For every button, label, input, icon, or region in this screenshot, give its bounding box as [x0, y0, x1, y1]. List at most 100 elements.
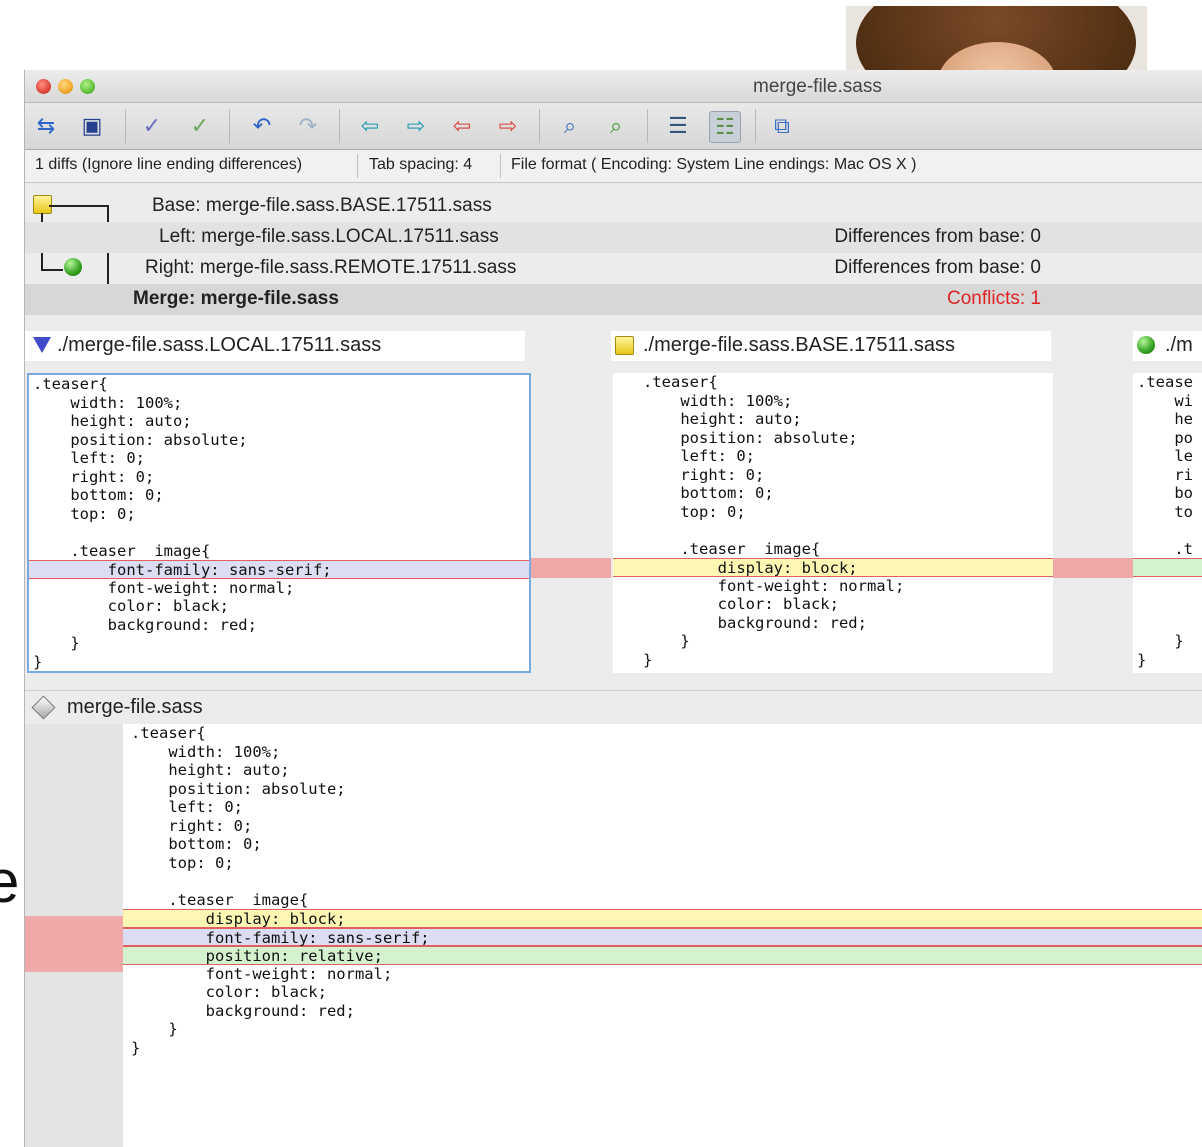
code-line: le	[1137, 447, 1193, 465]
merge-code-pane[interactable]: .teaser{ width: 100%; height: auto; posi…	[123, 724, 1202, 1147]
remote-code-pane[interactable]: .tease wi he po le ri bo to .t }}	[1133, 373, 1202, 673]
code-line	[1133, 558, 1202, 577]
local-code-pane[interactable]: .teaser{ width: 100%; height: auto; posi…	[27, 373, 531, 673]
check-icon[interactable]: ✓	[137, 111, 167, 141]
next-conflict-icon[interactable]: ⇨	[493, 111, 523, 141]
code-line: font-weight: normal;	[33, 578, 295, 597]
merge-pane-icon	[31, 695, 56, 720]
code-line: po	[1137, 428, 1193, 447]
remote-pane-header: ./m	[1133, 331, 1202, 361]
toolbar-separator	[755, 109, 756, 143]
copy-icon[interactable]: ⧉	[767, 111, 797, 141]
save-icon[interactable]: ▣	[77, 111, 107, 141]
close-button[interactable]	[36, 79, 51, 94]
code-line: position: absolute;	[643, 428, 858, 447]
background-letter-fragment: e	[0, 848, 20, 915]
next-diff-icon[interactable]: ⇨	[401, 111, 431, 141]
code-line: bottom: 0;	[131, 835, 262, 853]
code-line: .teaser image{	[33, 541, 211, 560]
code-line: position: absolute;	[131, 779, 346, 798]
toolbar-separator	[229, 109, 230, 143]
left-file-row[interactable]: Left: merge-file.sass.LOCAL.17511.sass D…	[25, 222, 1202, 253]
conflict-connector	[531, 558, 611, 578]
conflict-count: Conflicts: 1	[947, 288, 1041, 309]
code-line: right: 0;	[131, 816, 253, 835]
code-line: }	[33, 634, 80, 652]
redo-icon[interactable]: ↷	[293, 111, 323, 141]
right-diff-count: Differences from base: 0	[834, 257, 1041, 278]
toolbar: ⇆ ▣ ✓ ✓ ↶ ↷ ⇦ ⇨ ⇦ ⇨ ⌕ ⌕ ☰ ☷ ⧉	[25, 103, 1202, 150]
find-icon[interactable]: ⌕	[555, 111, 585, 141]
code-line: top: 0;	[643, 502, 746, 521]
merge-view-icon[interactable]: ☷	[709, 111, 741, 143]
base-file-row[interactable]: Base: merge-file.sass.BASE.17511.sass	[25, 191, 1202, 222]
remote-pane-icon	[1137, 336, 1155, 354]
base-code-pane[interactable]: .teaser{ width: 100%; height: auto; posi…	[613, 373, 1053, 673]
right-file-label: Right: merge-file.sass.REMOTE.17511.sass	[145, 257, 517, 278]
list-icon[interactable]: ☰	[663, 111, 693, 141]
code-line: wi	[1137, 391, 1193, 410]
code-line: height: auto;	[33, 412, 192, 430]
status-divider	[500, 154, 501, 178]
minimize-button[interactable]	[58, 79, 73, 94]
code-line: display: block;	[123, 909, 1202, 928]
code-line: top: 0;	[131, 853, 234, 872]
code-line: .tease	[1137, 373, 1193, 391]
sync-icon[interactable]: ⇆	[31, 111, 61, 141]
toolbar-separator	[539, 109, 540, 143]
merge-file-row[interactable]: Merge: merge-file.sass Conflicts: 1	[25, 284, 1202, 315]
file-format-status[interactable]: File format ( Encoding: System Line endi…	[511, 156, 917, 174]
code-line: right: 0;	[643, 465, 765, 484]
code-line: background: red;	[33, 615, 257, 634]
title-bar: merge-file.sass	[25, 70, 1202, 103]
code-line: font-weight: normal;	[643, 576, 905, 595]
code-line: color: black;	[643, 595, 839, 613]
code-line: ri	[1137, 465, 1193, 484]
status-divider	[357, 154, 358, 178]
code-line: bottom: 0;	[33, 486, 164, 504]
code-line: position: absolute;	[33, 430, 248, 449]
code-line: .t	[1137, 539, 1193, 558]
local-base-gutter	[531, 373, 611, 673]
code-line: }	[643, 632, 690, 650]
code-line: font-family: sans-serif;	[123, 927, 1202, 947]
tab-spacing-status[interactable]: Tab spacing: 4	[369, 156, 472, 174]
base-remote-gutter	[1053, 373, 1133, 673]
code-line: background: red;	[643, 613, 867, 632]
zoom-button[interactable]	[80, 79, 95, 94]
prev-conflict-icon[interactable]: ⇦	[447, 111, 477, 141]
window-title: merge-file.sass	[753, 76, 882, 97]
code-line: width: 100%;	[131, 742, 281, 761]
local-pane-header: ./merge-file.sass.LOCAL.17511.sass	[25, 331, 525, 361]
left-diff-count: Differences from base: 0	[834, 226, 1041, 247]
local-pane-icon	[33, 337, 51, 353]
code-line: bo	[1137, 484, 1193, 502]
code-line: display: block;	[613, 558, 1053, 577]
code-line: left: 0;	[131, 798, 243, 816]
code-line: left: 0;	[33, 449, 145, 467]
merge-file-label: Merge: merge-file.sass	[133, 288, 339, 309]
code-line: to	[1137, 502, 1193, 521]
right-file-row[interactable]: Right: merge-file.sass.REMOTE.17511.sass…	[25, 253, 1202, 284]
merge-conflict-marker[interactable]	[25, 916, 123, 972]
code-line: color: black;	[131, 983, 327, 1001]
code-line: .teaser{	[131, 724, 206, 742]
merge-pane-title: merge-file.sass	[67, 696, 203, 718]
code-line: height: auto;	[643, 410, 802, 428]
code-line: .teaser{	[33, 375, 108, 393]
base-pane-header: ./merge-file.sass.BASE.17511.sass	[611, 331, 1051, 361]
find-next-icon[interactable]: ⌕	[601, 111, 631, 141]
undo-icon[interactable]: ↶	[247, 111, 277, 141]
prev-diff-icon[interactable]: ⇦	[355, 111, 385, 141]
toolbar-separator	[125, 109, 126, 143]
comparison-panes: ./merge-file.sass.LOCAL.17511.sass ./mer…	[25, 325, 1202, 681]
check-all-icon[interactable]: ✓	[185, 111, 215, 141]
toolbar-separator	[339, 109, 340, 143]
